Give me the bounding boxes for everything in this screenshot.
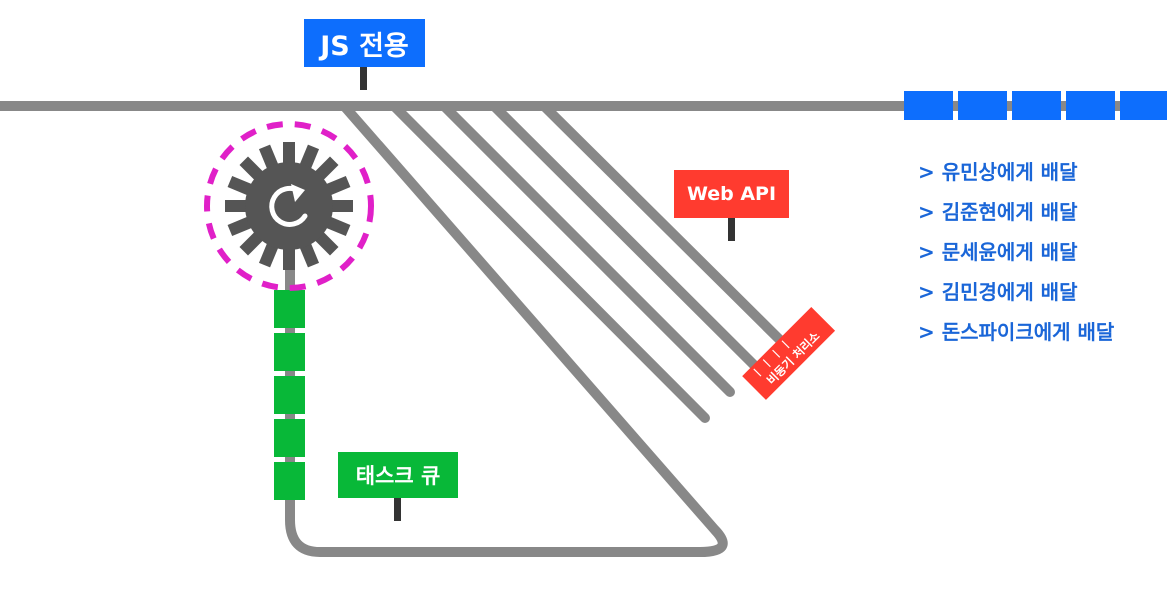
task-queue-sign: 태스크 큐 [338,452,458,498]
gear-refresh-icon [225,142,353,270]
web-api-sign-post [728,217,735,241]
task-queue-blocks [274,290,305,500]
async-processor: 비동기 처리소 [742,307,836,400]
delivery-item: > 돈스파이크에게 배달 [918,320,1115,344]
js-sign-post [360,66,367,90]
delivery-list: > 유민상에게 배달 > 김준현에게 배달 > 문세윤에게 배달 > 김민경에게… [918,152,1114,352]
js-queue-blocks [904,91,1167,120]
delivery-item: > 김민경에게 배달 [918,280,1078,304]
web-api-sign: Web API [674,170,789,218]
task-queue-block [274,290,305,328]
task-queue-block [274,376,305,414]
js-queue-block [1120,91,1167,120]
js-queue-block [1066,91,1115,120]
task-queue-block [274,462,305,500]
delivery-item: > 문세윤에게 배달 [918,240,1078,264]
web-api-track-1 [390,102,710,423]
event-loop-diagram: JS 전용 Web API 태스크 큐 비동기 처리소 > 유민상에게 배달 >… [0,0,1167,598]
web-api-track-4 [540,102,785,345]
js-queue-block [958,91,1007,120]
task-queue-sign-post [394,497,401,521]
delivery-item: > 유민상에게 배달 [918,160,1078,184]
js-queue-block [904,91,953,120]
js-only-sign: JS 전용 [304,19,425,67]
delivery-item: > 김준현에게 배달 [918,200,1078,224]
task-queue-block [274,333,305,371]
task-queue-block [274,419,305,457]
js-queue-block [1012,91,1061,120]
